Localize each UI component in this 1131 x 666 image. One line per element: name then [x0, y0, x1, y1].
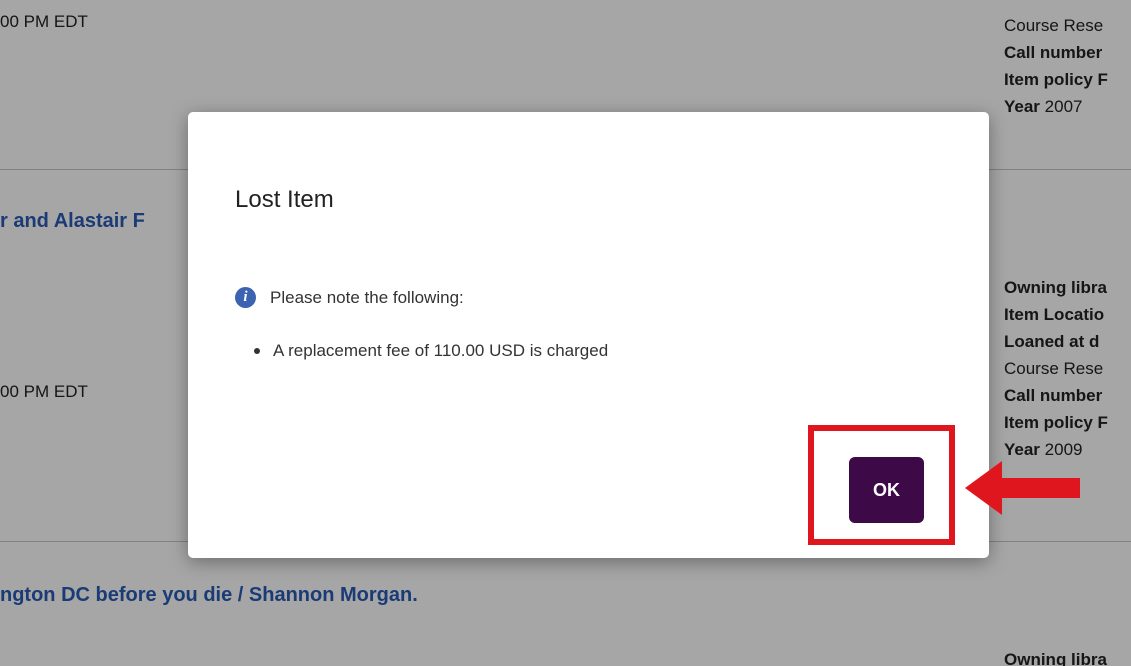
info-icon: i [235, 287, 256, 308]
fee-bullet-item: A replacement fee of 110.00 USD is charg… [254, 341, 608, 361]
fee-text: A replacement fee of 110.00 USD is charg… [273, 341, 609, 360]
lost-item-dialog: Lost Item i Please note the following: A… [188, 112, 989, 558]
bullet-dot [254, 348, 260, 354]
info-notice: i Please note the following: [235, 287, 464, 308]
dialog-title: Lost Item [235, 186, 334, 213]
ok-button[interactable]: OK [849, 457, 924, 523]
info-text: Please note the following: [270, 287, 464, 307]
